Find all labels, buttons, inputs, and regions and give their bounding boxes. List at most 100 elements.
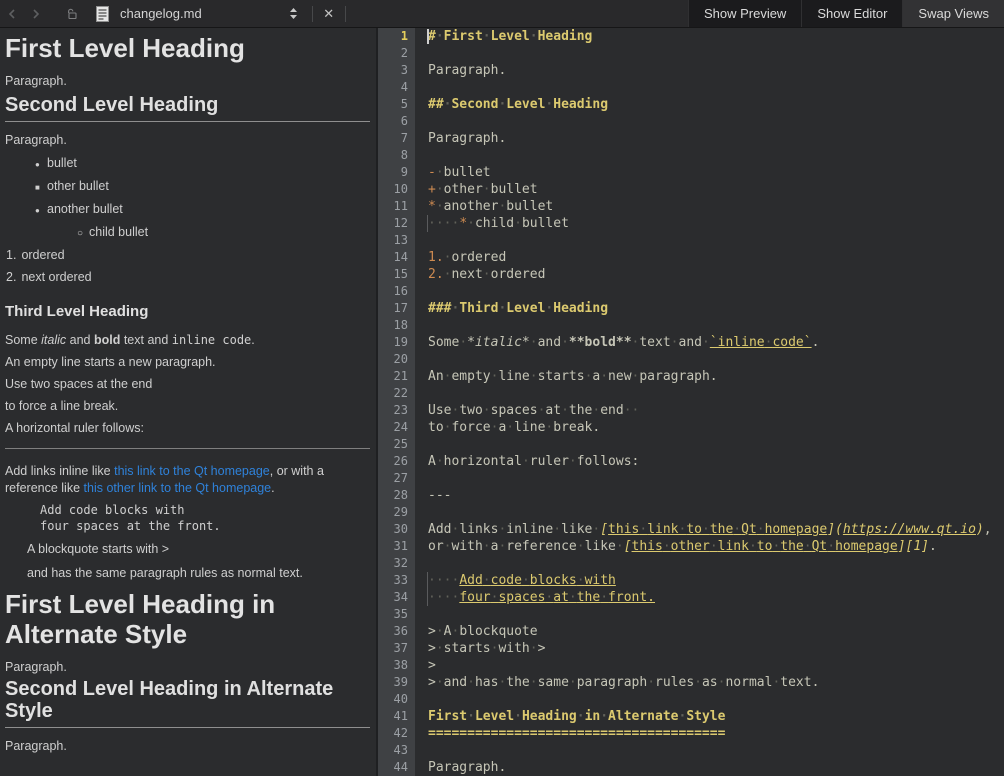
code-text[interactable]: 1.·ordered — [415, 249, 1004, 266]
code-text[interactable]: Paragraph. — [415, 130, 1004, 147]
editor-line[interactable]: 41First·Level·Heading·in·Alternate·Style — [378, 708, 1004, 725]
forward-icon[interactable] — [24, 0, 48, 27]
editor-line[interactable]: 13 — [378, 232, 1004, 249]
code-text[interactable]: Add·links·inline·like·[this·link·to·the·… — [415, 521, 1004, 538]
code-text[interactable]: ····*·child·bullet — [415, 215, 1004, 232]
code-text[interactable] — [415, 79, 1004, 96]
editor-line[interactable]: 1#·First·Level·Heading — [378, 28, 1004, 45]
editor-line[interactable]: 44Paragraph. — [378, 759, 1004, 776]
code-text[interactable]: An·empty·line·starts·a·new·paragraph. — [415, 368, 1004, 385]
editor-line[interactable]: 9-·bullet — [378, 164, 1004, 181]
editor-line[interactable]: 31or·with·a·reference·like·[this·other·l… — [378, 538, 1004, 555]
code-text[interactable] — [415, 113, 1004, 130]
editor-line[interactable]: 27 — [378, 470, 1004, 487]
code-text[interactable]: >·and·has·the·same·paragraph·rules·as·no… — [415, 674, 1004, 691]
code-text[interactable]: First·Level·Heading·in·Alternate·Style — [415, 708, 1004, 725]
editor-line[interactable]: 17###·Third·Level·Heading — [378, 300, 1004, 317]
back-icon[interactable] — [0, 0, 24, 27]
code-text[interactable]: ##·Second·Level·Heading — [415, 96, 1004, 113]
code-text[interactable] — [415, 147, 1004, 164]
code-text[interactable]: -·bullet — [415, 164, 1004, 181]
code-text[interactable] — [415, 351, 1004, 368]
code-text[interactable] — [415, 436, 1004, 453]
code-text[interactable]: --- — [415, 487, 1004, 504]
show-editor-button[interactable]: Show Editor — [801, 0, 902, 27]
editor-line[interactable]: 16 — [378, 283, 1004, 300]
code-text[interactable]: ====================================== — [415, 725, 1004, 742]
code-text[interactable] — [415, 606, 1004, 623]
editor-line[interactable]: 152.·next·ordered — [378, 266, 1004, 283]
qt-homepage-reference-link[interactable]: this other link to the Qt homepage — [84, 481, 272, 495]
editor-line[interactable]: 29 — [378, 504, 1004, 521]
code-text[interactable]: 2.·next·ordered — [415, 266, 1004, 283]
code-text[interactable] — [415, 742, 1004, 759]
code-text[interactable] — [415, 691, 1004, 708]
editor-line[interactable]: 2 — [378, 45, 1004, 62]
code-text[interactable]: #·First·Level·Heading — [415, 28, 1004, 45]
code-text[interactable] — [415, 470, 1004, 487]
editor-line[interactable]: 32 — [378, 555, 1004, 572]
show-preview-button[interactable]: Show Preview — [688, 0, 801, 27]
editor-line[interactable]: 12····*·child·bullet — [378, 215, 1004, 232]
code-text[interactable]: Some·*italic*·and·**bold**·text·and·`inl… — [415, 334, 1004, 351]
code-text[interactable]: ····Add·code·blocks·with — [415, 572, 1004, 589]
editor-line[interactable]: 4 — [378, 79, 1004, 96]
code-text[interactable]: ###·Third·Level·Heading — [415, 300, 1004, 317]
code-text[interactable]: A·horizontal·ruler·follows: — [415, 453, 1004, 470]
editor-line[interactable]: 141.·ordered — [378, 249, 1004, 266]
editor-line[interactable]: 18 — [378, 317, 1004, 334]
editor-line[interactable]: 43 — [378, 742, 1004, 759]
editor-line[interactable]: 33····Add·code·blocks·with — [378, 572, 1004, 589]
editor-line[interactable]: 35 — [378, 606, 1004, 623]
editor-line[interactable]: 38> — [378, 657, 1004, 674]
code-text[interactable]: > — [415, 657, 1004, 674]
editor-line[interactable]: 20 — [378, 351, 1004, 368]
code-text[interactable]: >·A·blockquote — [415, 623, 1004, 640]
code-text[interactable]: ····four·spaces·at·the·front. — [415, 589, 1004, 606]
editor-line[interactable]: 5##·Second·Level·Heading — [378, 96, 1004, 113]
code-text[interactable]: Paragraph. — [415, 759, 1004, 776]
code-text[interactable]: +·other·bullet — [415, 181, 1004, 198]
editor-line[interactable]: 21An·empty·line·starts·a·new·paragraph. — [378, 368, 1004, 385]
editor-line[interactable]: 30Add·links·inline·like·[this·link·to·th… — [378, 521, 1004, 538]
unlock-icon[interactable] — [60, 0, 84, 27]
editor-line[interactable]: 8 — [378, 147, 1004, 164]
code-text[interactable]: Paragraph. — [415, 62, 1004, 79]
editor-line[interactable]: 22 — [378, 385, 1004, 402]
editor-line[interactable]: 34····four·spaces·at·the·front. — [378, 589, 1004, 606]
editor-line[interactable]: 24to·force·a·line·break. — [378, 419, 1004, 436]
code-text[interactable] — [415, 385, 1004, 402]
code-text[interactable] — [415, 232, 1004, 249]
code-text[interactable] — [415, 504, 1004, 521]
editor-line[interactable]: 37>·starts·with·> — [378, 640, 1004, 657]
editor-line[interactable]: 25 — [378, 436, 1004, 453]
editor-line[interactable]: 6 — [378, 113, 1004, 130]
code-text[interactable] — [415, 317, 1004, 334]
code-text[interactable] — [415, 555, 1004, 572]
editor-line[interactable]: 19Some·*italic*·and·**bold**·text·and·`i… — [378, 334, 1004, 351]
editor-line[interactable]: 40 — [378, 691, 1004, 708]
code-text[interactable]: to·force·a·line·break. — [415, 419, 1004, 436]
code-text[interactable] — [415, 283, 1004, 300]
code-text[interactable]: or·with·a·reference·like·[this·other·lin… — [415, 538, 1004, 555]
editor-line[interactable]: 23Use·two·spaces·at·the·end·· — [378, 402, 1004, 419]
editor-line[interactable]: 28--- — [378, 487, 1004, 504]
editor-line[interactable]: 42====================================== — [378, 725, 1004, 742]
editor-line[interactable]: 11*·another·bullet — [378, 198, 1004, 215]
code-text[interactable] — [415, 45, 1004, 62]
code-text[interactable]: >·starts·with·> — [415, 640, 1004, 657]
swap-views-button[interactable]: Swap Views — [902, 0, 1004, 27]
qt-homepage-link[interactable]: this link to the Qt homepage — [114, 464, 270, 478]
editor-line[interactable]: 39>·and·has·the·same·paragraph·rules·as·… — [378, 674, 1004, 691]
editor-line[interactable]: 10+·other·bullet — [378, 181, 1004, 198]
markdown-source-editor[interactable]: 1#·First·Level·Heading23Paragraph.45##·S… — [378, 28, 1004, 776]
editor-line[interactable]: 26A·horizontal·ruler·follows: — [378, 453, 1004, 470]
editor-line[interactable]: 36>·A·blockquote — [378, 623, 1004, 640]
file-switch-updown-icon[interactable] — [282, 0, 306, 27]
editor-line[interactable]: 7Paragraph. — [378, 130, 1004, 147]
code-text[interactable]: Use·two·spaces·at·the·end·· — [415, 402, 1004, 419]
code-text[interactable]: *·another·bullet — [415, 198, 1004, 215]
editor-line[interactable]: 3Paragraph. — [378, 62, 1004, 79]
close-document-icon[interactable]: ✕ — [319, 6, 339, 22]
open-file-name[interactable]: changelog.md — [120, 6, 202, 21]
